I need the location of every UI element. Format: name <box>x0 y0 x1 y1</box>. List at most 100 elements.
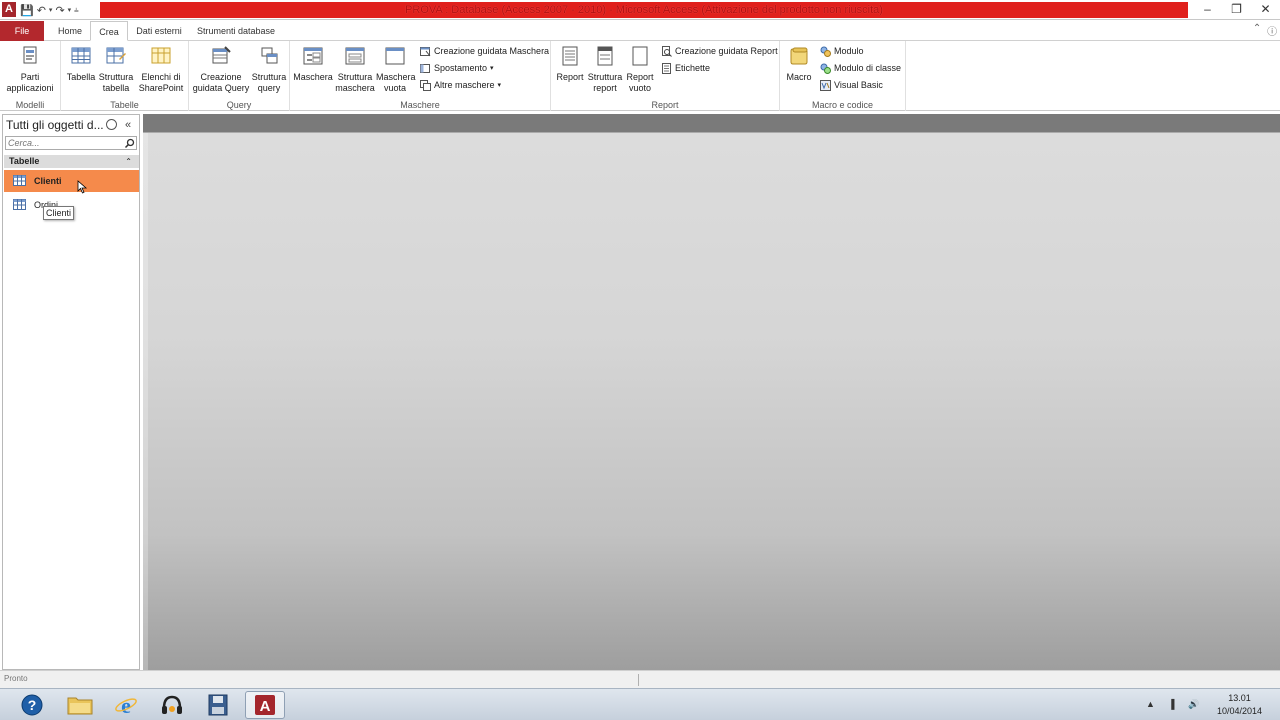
group-label-report: Report <box>651 100 679 110</box>
spostamento-label: Spostamento <box>434 63 488 73</box>
group-query: Creazione guidata Query Struttura query … <box>189 41 290 111</box>
clock[interactable]: 13.01 10/04/2014 <box>1217 692 1262 718</box>
taskbar-save-button[interactable] <box>198 691 238 719</box>
volume-icon[interactable]: 🔊 <box>1188 699 1199 710</box>
maschera-button[interactable]: Maschera <box>292 45 334 83</box>
minimize-ribbon-icon[interactable]: ⌃ <box>1253 23 1261 38</box>
tab-file[interactable]: File <box>0 21 44 41</box>
taskbar-ie-button[interactable]: e <box>106 691 146 719</box>
group-label-modelli: Modelli <box>15 100 45 110</box>
struttura-report-button[interactable]: Struttura report <box>587 45 623 94</box>
network-icon[interactable]: ▐ <box>1168 699 1174 709</box>
struttura-maschera-button[interactable]: Struttura maschera <box>334 45 376 94</box>
close-icon[interactable]: ✕ <box>1251 0 1280 18</box>
form-design-icon <box>345 47 365 65</box>
tab-strumenti-database[interactable]: Strumenti database <box>190 21 282 41</box>
workspace-area <box>143 114 1280 670</box>
modulo-label: Modulo <box>834 46 864 56</box>
group-macro-codice: Macro Modulo Modulo di classe Visual Bas… <box>780 41 906 111</box>
etichette-button[interactable]: Etichette <box>661 61 710 75</box>
modulo-di-classe-label: Modulo di classe <box>834 63 902 73</box>
customize-qat-icon[interactable]: ⫨ <box>74 5 79 15</box>
tabella-button[interactable]: Tabella <box>65 45 97 83</box>
access-logo-icon[interactable]: A <box>2 2 16 17</box>
svg-text:A: A <box>260 698 271 715</box>
report-wizard-icon <box>662 45 672 57</box>
altre-maschere-label: Altre maschere <box>434 80 495 90</box>
tooltip: Clienti <box>43 206 75 220</box>
parti-applicazioni-label: Parti applicazioni <box>6 72 54 93</box>
status-divider <box>638 674 639 686</box>
report-vuoto-button[interactable]: Report vuoto <box>623 45 657 94</box>
taskbar-explorer-button[interactable] <box>60 691 100 719</box>
parti-applicazioni-button[interactable]: Parti applicazioni <box>2 45 58 94</box>
undo-icon[interactable]: ↶ <box>37 4 46 17</box>
nav-item-clienti[interactable]: Clienti <box>4 170 139 192</box>
search-input[interactable] <box>6 137 124 149</box>
status-text: Pronto <box>4 674 28 683</box>
show-hidden-icons-icon[interactable]: ▲ <box>1146 699 1155 709</box>
visual-basic-button[interactable]: Visual Basic <box>820 78 883 92</box>
more-forms-icon <box>420 79 431 91</box>
redo-icon[interactable]: ↷ <box>55 4 64 17</box>
modulo-di-classe-button[interactable]: Modulo di classe <box>820 61 901 75</box>
taskbar-media-button[interactable] <box>152 691 192 719</box>
internet-explorer-icon: e <box>115 693 137 717</box>
navigation-pane: Tutti gli oggetti d... « Tabelle ⌃ Clien… <box>2 114 140 670</box>
restore-icon[interactable]: ❐ <box>1222 0 1251 18</box>
macro-scroll-icon <box>790 47 808 65</box>
search-box <box>5 136 137 150</box>
creazione-guidata-report-label: Creazione guidata Report <box>675 46 778 56</box>
struttura-maschera-label: Struttura maschera <box>335 72 375 93</box>
form-wizard-icon <box>420 46 431 56</box>
system-tray: ▲ ▐ 🔊 13.01 10/04/2014 <box>1110 689 1280 720</box>
floppy-disk-icon <box>208 694 228 716</box>
window-title: PROVA : Database (Access 2007 - 2010) - … <box>405 4 883 16</box>
report-design-icon <box>597 46 613 66</box>
tab-home[interactable]: Home <box>50 21 90 41</box>
section-tabelle[interactable]: Tabelle ⌃ <box>4 155 139 168</box>
ribbon-tabs: File Home Crea Dati esterni Strumenti da… <box>0 20 1280 41</box>
report-button[interactable]: Report <box>553 45 587 83</box>
search-icon[interactable] <box>124 138 135 149</box>
ribbon-controls: ⌃ ⓘ <box>1250 23 1280 38</box>
chevron-down-icon: ▾ <box>497 82 502 89</box>
struttura-tabella-button[interactable]: Struttura tabella <box>97 45 135 94</box>
sharepoint-list-icon <box>151 47 171 64</box>
tab-dati-esterni[interactable]: Dati esterni <box>128 21 190 41</box>
help-icon: ? <box>21 694 43 716</box>
blank-report-icon <box>632 46 648 66</box>
struttura-query-button[interactable]: Struttura query <box>251 45 287 94</box>
elenchi-sharepoint-button[interactable]: Elenchi di SharePoint <box>135 45 187 94</box>
navigation-form-icon <box>420 63 430 73</box>
spostamento-button[interactable]: Spostamento ▾ <box>420 61 494 75</box>
save-icon[interactable]: 💾 <box>20 4 34 17</box>
help-icon[interactable]: ⓘ <box>1267 23 1277 38</box>
minimize-icon[interactable]: – <box>1193 0 1222 18</box>
creazione-guidata-report-button[interactable]: Creazione guidata Report <box>661 44 778 58</box>
taskbar-help-button[interactable]: ? <box>12 691 52 719</box>
report-vuoto-label: Report vuoto <box>626 72 654 93</box>
nav-menu-icon[interactable] <box>106 119 117 130</box>
creazione-guidata-query-button[interactable]: Creazione guidata Query <box>191 45 251 94</box>
undo-dropdown-icon[interactable]: ▾ <box>49 6 53 14</box>
group-label-query: Query <box>226 100 252 110</box>
redo-dropdown-icon[interactable]: ▾ <box>68 6 72 14</box>
clock-time: 13.01 <box>1228 693 1251 703</box>
tab-crea[interactable]: Crea <box>90 21 128 41</box>
folder-icon <box>67 697 93 715</box>
altre-maschere-button[interactable]: Altre maschere ▾ <box>420 78 501 92</box>
labels-icon <box>662 62 671 74</box>
creazione-guidata-maschera-button[interactable]: Creazione guidata Maschera <box>420 44 549 58</box>
taskbar-access-button[interactable]: A <box>245 691 285 719</box>
navigation-pane-header[interactable]: Tutti gli oggetti d... « <box>3 115 139 135</box>
collapse-pane-icon[interactable]: « <box>125 115 131 135</box>
query-design-icon <box>261 47 278 64</box>
group-modelli: Parti applicazioni Modelli <box>0 41 61 111</box>
modulo-button[interactable]: Modulo <box>820 44 864 58</box>
title-bar: A 💾 ↶ ▾ ↷ ▾ ⫨ PROVA : Database (Access 2… <box>0 0 1280 20</box>
window-controls: – ❐ ✕ <box>1193 0 1280 18</box>
maschera-vuota-button[interactable]: Maschera vuota <box>376 45 416 94</box>
macro-button[interactable]: Macro <box>784 45 814 83</box>
elenchi-sharepoint-label: Elenchi di SharePoint <box>138 72 184 93</box>
